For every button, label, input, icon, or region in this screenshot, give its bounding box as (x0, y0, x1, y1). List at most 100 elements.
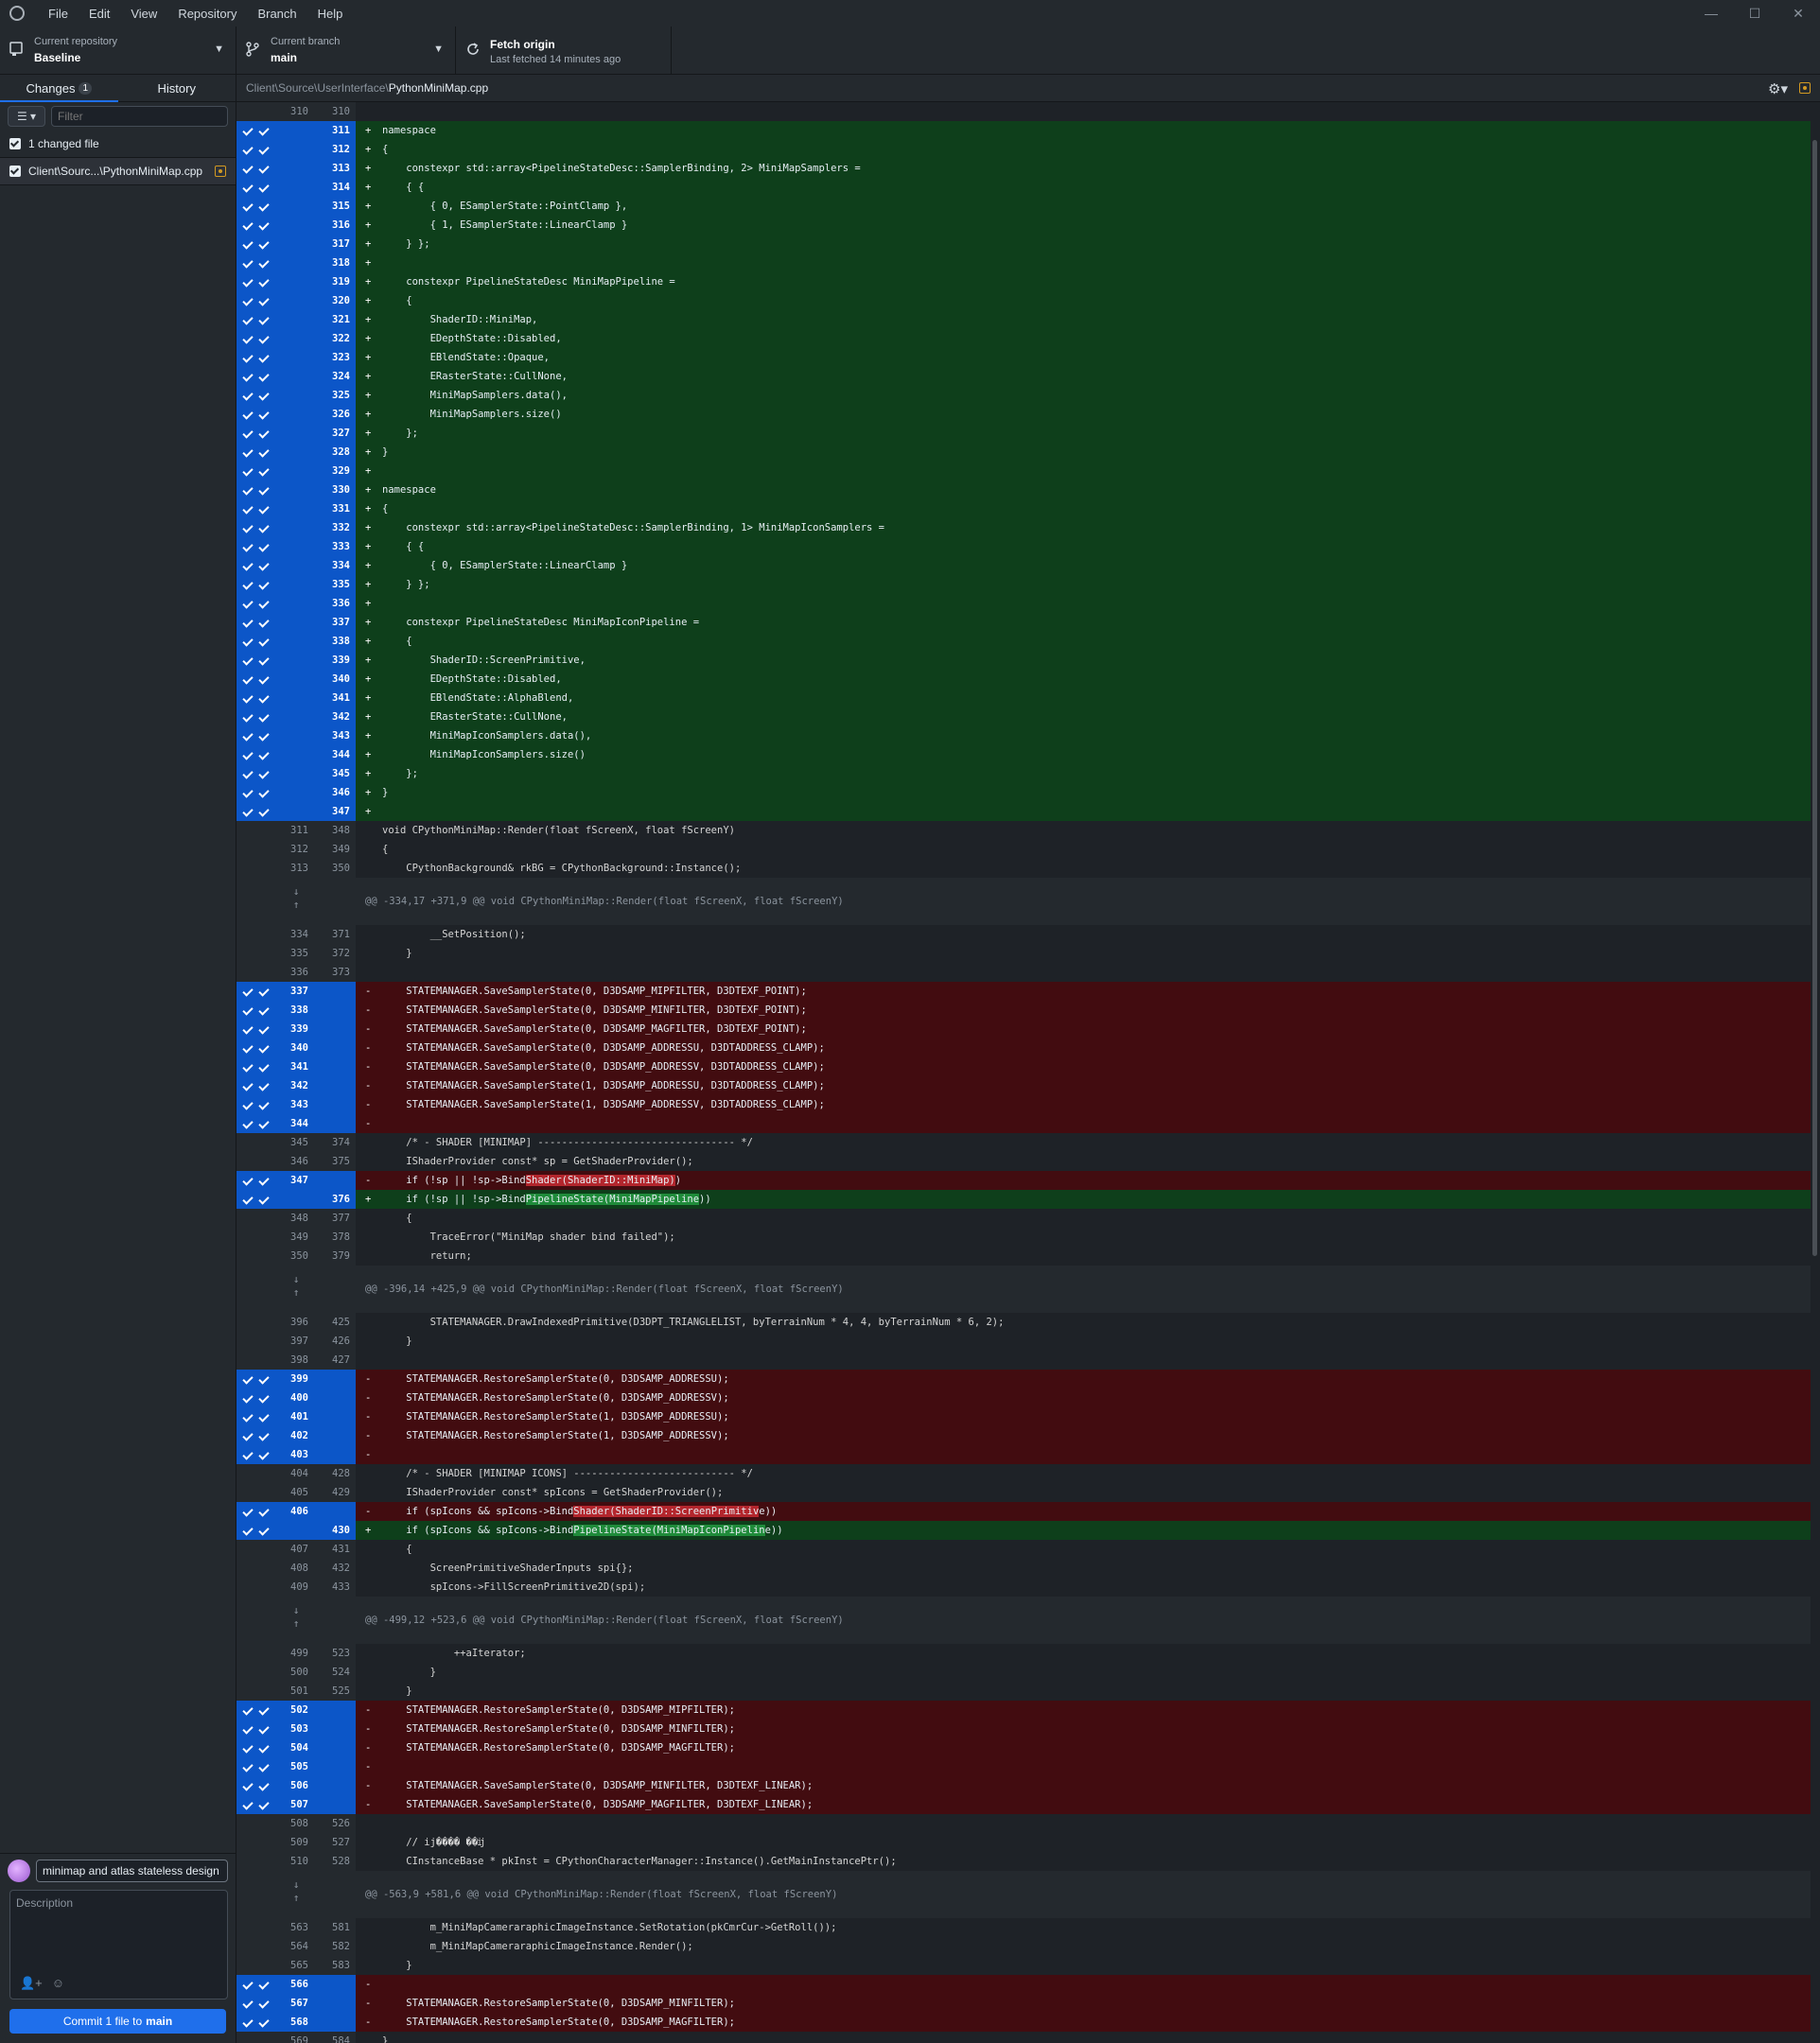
line-gutter[interactable]: 325 (236, 386, 356, 405)
line-gutter[interactable]: 346 (236, 783, 356, 802)
gear-icon[interactable]: ⚙▾ (1768, 80, 1788, 97)
diff-line[interactable]: 340 + EDepthState::Disabled, (236, 670, 1811, 689)
line-gutter[interactable]: 345 (236, 764, 356, 783)
diff-line[interactable]: 502 - STATEMANAGER.RestoreSamplerState(0,… (236, 1701, 1811, 1720)
line-gutter[interactable]: 340 (236, 1039, 356, 1057)
diff-line[interactable]: 400 - STATEMANAGER.RestoreSamplerState(0,… (236, 1388, 1811, 1407)
current-branch-button[interactable]: Current branch main ▼ (236, 26, 456, 74)
diff-line[interactable]: 320 + { (236, 291, 1811, 310)
add-coauthor-icon[interactable]: 👤+ (20, 1976, 43, 1991)
line-gutter[interactable]: 401 (236, 1407, 356, 1426)
line-gutter[interactable]: 507 (236, 1795, 356, 1814)
line-gutter[interactable]: 313 (236, 159, 356, 178)
diff-line[interactable]: 313 + constexpr std::array<PipelineStateD… (236, 159, 1811, 178)
line-gutter[interactable]: 403 (236, 1445, 356, 1464)
line-gutter[interactable]: 320 (236, 291, 356, 310)
line-gutter[interactable]: 338 (236, 632, 356, 651)
diff-line[interactable]: 327 + }; (236, 424, 1811, 443)
diff-line[interactable]: 314 + { { (236, 178, 1811, 197)
diff-line[interactable]: 338 - STATEMANAGER.SaveSamplerState(0, D3… (236, 1001, 1811, 1020)
diff-line[interactable]: 430 + if (spIcons && spIcons->BindPipelin… (236, 1521, 1811, 1540)
line-gutter[interactable]: 321 (236, 310, 356, 329)
select-all-row[interactable]: 1 changed file (0, 131, 236, 158)
diff-line[interactable]: 321 + ShaderID::MiniMap, (236, 310, 1811, 329)
file-checkbox[interactable] (9, 166, 21, 177)
line-gutter[interactable]: 336 (236, 594, 356, 613)
line-gutter[interactable]: 342 (236, 1076, 356, 1095)
diff-line[interactable]: 318 + (236, 253, 1811, 272)
line-gutter[interactable]: 331 (236, 499, 356, 518)
diff-line[interactable]: 505 - (236, 1757, 1811, 1776)
line-gutter[interactable]: 317 (236, 235, 356, 253)
line-gutter[interactable]: 339 (236, 1020, 356, 1039)
line-gutter[interactable]: 323 (236, 348, 356, 367)
line-gutter[interactable]: 567 (236, 1994, 356, 2013)
expand-icon[interactable]: ↓ ↑ (289, 885, 303, 912)
line-gutter[interactable]: 333 (236, 537, 356, 556)
diff-line[interactable]: 337 - STATEMANAGER.SaveSamplerState(0, D3… (236, 982, 1811, 1001)
diff-line[interactable]: 328 +} (236, 443, 1811, 462)
commit-description-input[interactable] (10, 1891, 227, 1966)
line-gutter[interactable]: 324 (236, 367, 356, 386)
diff-line[interactable]: 345 + }; (236, 764, 1811, 783)
line-gutter[interactable]: 568 (236, 2013, 356, 2032)
diff-line[interactable]: 331 +{ (236, 499, 1811, 518)
line-gutter[interactable]: 347 (236, 1171, 356, 1190)
line-gutter[interactable]: 329 (236, 462, 356, 480)
diff-line[interactable]: 403 - (236, 1445, 1811, 1464)
diff-line[interactable]: 342 - STATEMANAGER.SaveSamplerState(1, D3… (236, 1076, 1811, 1095)
line-gutter[interactable]: 344 (236, 745, 356, 764)
filter-options-button[interactable]: ☰ ▾ (8, 106, 45, 127)
maximize-icon[interactable]: ☐ (1733, 0, 1776, 26)
line-gutter[interactable]: 504 (236, 1738, 356, 1757)
diff-line[interactable]: 506 - STATEMANAGER.SaveSamplerState(0, D3… (236, 1776, 1811, 1795)
diff-line[interactable]: 344 - (236, 1114, 1811, 1133)
diff-line[interactable]: 507 - STATEMANAGER.SaveSamplerState(0, D3… (236, 1795, 1811, 1814)
line-gutter[interactable]: 406 (236, 1502, 356, 1521)
line-gutter[interactable]: 347 (236, 802, 356, 821)
diff-line[interactable]: 340 - STATEMANAGER.SaveSamplerState(0, D3… (236, 1039, 1811, 1057)
diff-line[interactable]: 567 - STATEMANAGER.RestoreSamplerState(0,… (236, 1994, 1811, 2013)
line-gutter[interactable]: 326 (236, 405, 356, 424)
minimize-icon[interactable]: — (1689, 0, 1733, 26)
tab-changes[interactable]: Changes 1 (0, 75, 118, 102)
line-gutter[interactable]: 314 (236, 178, 356, 197)
line-gutter[interactable]: 337 (236, 613, 356, 632)
diff-line[interactable]: 346 +} (236, 783, 1811, 802)
diff-line[interactable]: 335 + } }; (236, 575, 1811, 594)
line-gutter[interactable]: 319 (236, 272, 356, 291)
tab-history[interactable]: History (118, 75, 236, 101)
line-gutter[interactable]: 505 (236, 1757, 356, 1776)
diff-line[interactable]: 322 + EDepthState::Disabled, (236, 329, 1811, 348)
line-gutter[interactable]: 338 (236, 1001, 356, 1020)
expand-icon[interactable]: ↓ ↑ (289, 1878, 303, 1905)
line-gutter[interactable]: 335 (236, 575, 356, 594)
diff-line[interactable]: 376 + if (!sp || !sp->BindPipelineState(M… (236, 1190, 1811, 1209)
diff-line[interactable]: 401 - STATEMANAGER.RestoreSamplerState(1,… (236, 1407, 1811, 1426)
changed-file-item[interactable]: Client\Sourc...\PythonMiniMap.cpp (0, 158, 236, 185)
diff-line[interactable]: 343 + MiniMapIconSamplers.data(), (236, 726, 1811, 745)
line-gutter[interactable]: 341 (236, 689, 356, 707)
expand-icon[interactable]: ↓ ↑ (289, 1273, 303, 1300)
commit-button[interactable]: Commit 1 file to main (9, 2009, 226, 2034)
line-gutter[interactable]: 315 (236, 197, 356, 216)
line-gutter[interactable]: 399 (236, 1370, 356, 1388)
line-gutter[interactable]: 343 (236, 1095, 356, 1114)
diff-line[interactable]: 341 - STATEMANAGER.SaveSamplerState(0, D3… (236, 1057, 1811, 1076)
menu-branch[interactable]: Branch (247, 7, 306, 21)
line-gutter[interactable]: 340 (236, 670, 356, 689)
line-gutter[interactable]: 342 (236, 707, 356, 726)
diff-line[interactable]: 311 + namespace (236, 121, 1811, 140)
diff-line[interactable]: 339 + ShaderID::ScreenPrimitive, (236, 651, 1811, 670)
commit-summary-input[interactable] (36, 1860, 228, 1882)
line-gutter[interactable]: 334 (236, 556, 356, 575)
diff-line[interactable]: 326 + MiniMapSamplers.size() (236, 405, 1811, 424)
diff-line[interactable]: 347 - if (!sp || !sp->BindShader(ShaderID… (236, 1171, 1811, 1190)
line-gutter[interactable]: 402 (236, 1426, 356, 1445)
expand-icon[interactable]: ↓ ↑ (289, 1604, 303, 1631)
diff-line[interactable]: 504 - STATEMANAGER.RestoreSamplerState(0,… (236, 1738, 1811, 1757)
menu-repository[interactable]: Repository (167, 7, 247, 21)
line-gutter[interactable]: 341 (236, 1057, 356, 1076)
diff-line[interactable]: 344 + MiniMapIconSamplers.size() (236, 745, 1811, 764)
diff-line[interactable]: 402 - STATEMANAGER.RestoreSamplerState(1,… (236, 1426, 1811, 1445)
